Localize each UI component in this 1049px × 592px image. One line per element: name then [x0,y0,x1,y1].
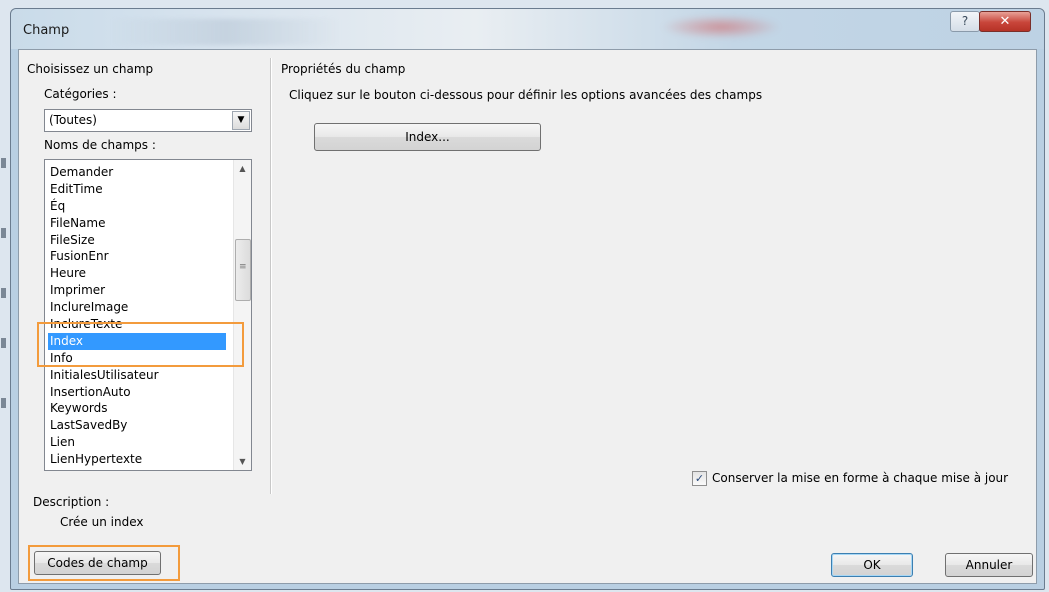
choose-field-heading: Choisissez un champ [27,62,154,76]
champ-dialog: Champ ? ✕ Choisissez un champ Catégories… [10,8,1045,590]
list-item[interactable]: FileName [50,215,230,232]
field-names-label: Noms de champs : [44,138,156,152]
checkmark-icon: ✓ [694,472,705,485]
title-bar: Champ ? ✕ [11,9,1044,49]
categories-value: (Toutes) [49,113,97,127]
instruction-text: Cliquez sur le bouton ci-dessous pour dé… [289,88,763,102]
panel-divider [270,58,272,494]
ok-button[interactable]: OK [831,553,913,577]
dialog-body: Choisissez un champ Catégories : (Toutes… [18,49,1037,584]
field-names-list[interactable]: Demander EditTime Éq FileName FileSize Fusion… [44,159,252,471]
list-scrollbar[interactable]: ▲ ≡ ▼ [233,160,251,470]
list-item[interactable]: InitialesUtilisateur [50,367,230,384]
index-button[interactable]: Index... [314,123,541,151]
chevron-down-icon[interactable]: ▼ [232,111,250,130]
list-item[interactable]: LastSavedBy [50,417,230,434]
categories-select[interactable]: (Toutes) ▼ [44,109,252,132]
grip-icon: ≡ [239,262,247,272]
field-items: Demander EditTime Éq FileName FileSize Fusion… [48,164,230,468]
list-item[interactable]: InclureImage [50,299,230,316]
list-item[interactable]: LienHypertexte [50,451,230,468]
list-item[interactable]: Demander [50,164,230,181]
list-item[interactable]: Éq [50,198,230,215]
list-item[interactable]: Lien [50,434,230,451]
close-button[interactable]: ✕ [979,11,1031,32]
field-properties-heading: Propriétés du champ [281,62,406,76]
categories-label: Catégories : [44,87,117,101]
list-item[interactable]: Keywords [50,400,230,417]
index-highlight-box [37,322,244,367]
scroll-up-icon[interactable]: ▲ [234,164,251,173]
dialog-title: Champ [23,23,70,38]
description-label: Description : [33,495,110,509]
help-button[interactable]: ? [950,11,980,32]
list-item[interactable]: FileSize [50,232,230,249]
question-mark-icon: ? [961,14,969,28]
scroll-thumb[interactable]: ≡ [235,239,251,301]
cancel-button[interactable]: Annuler [945,553,1033,577]
list-item[interactable]: InsertionAuto [50,384,230,401]
preserve-format-checkbox[interactable]: ✓ [692,471,707,486]
list-item[interactable]: Heure [50,265,230,282]
list-item[interactable]: Imprimer [50,282,230,299]
preserve-format-label[interactable]: Conserver la mise en forme à chaque mise… [712,471,1008,485]
scroll-down-icon[interactable]: ▼ [234,457,251,466]
close-icon: ✕ [999,14,1011,29]
list-item[interactable]: FusionEnr [50,248,230,265]
background-blur-red [661,15,781,39]
background-edge [0,150,8,410]
field-codes-highlight-box [28,545,180,581]
description-text: Crée un index [60,515,144,529]
background-blur [111,19,341,45]
list-item[interactable]: EditTime [50,181,230,198]
